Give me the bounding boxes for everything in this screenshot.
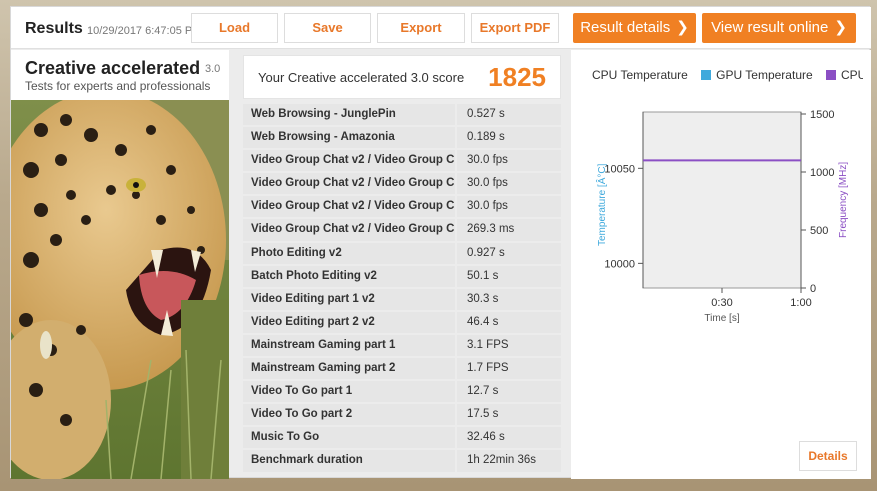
plot-area <box>642 111 802 289</box>
legend-label: GPU Temperature <box>716 68 813 82</box>
result-name: Web Browsing - Amazonia <box>243 127 457 151</box>
table-row: Video Group Chat v2 / Video Group Chat 30… <box>243 150 561 174</box>
result-name: Photo Editing v2 <box>243 242 457 266</box>
cpu-clock-swatch <box>826 70 837 80</box>
score-box: Your Creative accelerated 3.0 score 1825 <box>243 55 561 99</box>
table-row: Video Group Chat v2 / Video Group Chat 30… <box>243 173 561 197</box>
result-name: Video To Go part 1 <box>243 381 457 405</box>
monitoring-chart: Temperature [Â°C] Frequency [MHz] Time [… <box>595 109 849 324</box>
cpu-temp-swatch <box>577 70 587 80</box>
table-row: Mainstream Gaming part 1 3.1 FPS <box>243 334 561 359</box>
table-row: Video Group Chat v2 / Video Group Chat 30… <box>243 196 561 220</box>
legend-label: CPU Temperature <box>592 68 688 82</box>
chart-legend: CPU Temperature GPU Temperature CPU Cloc… <box>577 68 863 84</box>
result-name: Video Group Chat v2 / Video Group Chat <box>243 196 457 220</box>
chevron-right-icon: ❯ <box>834 19 847 36</box>
result-value: 0.527 s <box>457 104 561 128</box>
result-value: 17.5 s <box>457 404 561 428</box>
result-name: Music To Go <box>243 427 457 451</box>
y-right-tick-label: 0 <box>810 283 816 295</box>
gpu-temp-swatch <box>701 70 712 80</box>
result-value: 12.7 s <box>457 381 561 405</box>
legend-gpu-temperature[interactable]: GPU Temperature <box>701 68 813 82</box>
table-row: Benchmark duration 1h 22min 36s <box>243 450 561 474</box>
y-right-label: Frequency [MHz] <box>838 162 849 238</box>
table-row: Mainstream Gaming part 2 1.7 FPS <box>243 358 561 382</box>
result-value: 50.1 s <box>457 265 561 289</box>
test-subtitle: Tests for experts and professionals <box>25 79 211 93</box>
load-button[interactable]: Load <box>191 13 278 43</box>
result-value: 46.4 s <box>457 311 561 335</box>
result-timestamp: 10/29/2017 6:47:05 PM <box>87 25 191 37</box>
legend-cpu-clock[interactable]: CPU Clock Frequency <box>826 68 863 82</box>
y-left-tick-label: 10050 <box>604 163 635 175</box>
chevron-right-icon: ❯ <box>676 19 689 36</box>
result-name: Mainstream Gaming part 2 <box>243 358 457 382</box>
result-value: 30.0 fps <box>457 173 561 197</box>
result-value: 30.0 fps <box>457 150 561 174</box>
result-name: Video Group Chat v2 / Video Group Chat <box>243 173 457 197</box>
table-row: Video Editing part 1 v2 30.3 s <box>243 288 561 312</box>
table-row: Video Editing part 2 v2 46.4 s <box>243 311 561 335</box>
leopard-image <box>11 100 229 479</box>
table-row: Video To Go part 1 12.7 s <box>243 381 561 405</box>
result-details-label: Result details <box>580 19 671 36</box>
results-window: Results 10/29/2017 6:47:05 PM Load Save … <box>10 6 871 479</box>
view-online-label: View result online <box>711 19 829 36</box>
x-tick-label: 1:00 <box>790 297 811 309</box>
test-info-panel: Creative accelerated 3.0 Tests for exper… <box>11 50 229 479</box>
result-name: Video To Go part 2 <box>243 404 457 428</box>
result-name: Batch Photo Editing v2 <box>243 265 457 289</box>
table-row: Video Group Chat v2 / Video Group Chat 26… <box>243 219 561 243</box>
save-button[interactable]: Save <box>284 13 371 43</box>
result-value: 30.3 s <box>457 288 561 312</box>
result-value: 0.927 s <box>457 242 561 266</box>
y-left-tick-label: 10000 <box>604 258 635 270</box>
y-right-tick-label: 1000 <box>810 167 834 179</box>
test-version: 3.0 <box>205 63 221 75</box>
result-name: Video Editing part 1 v2 <box>243 288 457 312</box>
score-value: 1825 <box>488 62 546 92</box>
results-table: Web Browsing - JunglePin 0.527 s Web Brows… <box>243 104 561 474</box>
result-name: Mainstream Gaming part 1 <box>243 334 457 359</box>
table-row: Web Browsing - JunglePin 0.527 s <box>243 104 561 128</box>
top-bar: Results 10/29/2017 6:47:05 PM Load Save … <box>11 7 871 49</box>
result-value: 3.1 FPS <box>457 334 561 359</box>
results-panel: Your Creative accelerated 3.0 score 1825… <box>241 50 561 479</box>
export-pdf-button[interactable]: Export PDF <box>471 13 559 43</box>
result-value: 30.0 fps <box>457 196 561 220</box>
result-details-button[interactable]: Result details ❯ <box>573 13 696 43</box>
y-right-tick-label: 500 <box>810 225 828 237</box>
x-axis-label: Time [s] <box>704 313 739 324</box>
result-value: 1.7 FPS <box>457 358 561 382</box>
score-label: Your Creative accelerated 3.0 score <box>258 70 465 85</box>
export-button[interactable]: Export <box>377 13 465 43</box>
result-value: 1h 22min 36s <box>457 450 561 474</box>
result-name: Video Editing part 2 v2 <box>243 311 457 335</box>
page-title: Results <box>25 20 83 37</box>
view-result-online-button[interactable]: View result online ❯ <box>702 13 856 43</box>
x-tick-label: 0:30 <box>711 297 732 309</box>
table-row: Photo Editing v2 0.927 s <box>243 242 561 266</box>
table-row: Video To Go part 2 17.5 s <box>243 404 561 428</box>
table-row: Web Browsing - Amazonia 0.189 s <box>243 127 561 151</box>
monitoring-panel: CPU Temperature GPU Temperature CPU Cloc… <box>571 50 871 479</box>
result-name: Web Browsing - JunglePin <box>243 104 457 128</box>
y-left-label: Temperature [Â°C] <box>595 163 608 246</box>
result-name: Benchmark duration <box>243 450 457 474</box>
y-right-tick-label: 1500 <box>810 109 834 121</box>
legend-label: CPU Clock Frequency <box>841 68 863 82</box>
result-value: 269.3 ms <box>457 219 561 243</box>
details-button[interactable]: Details <box>799 441 857 471</box>
result-name: Video Group Chat v2 / Video Group Chat <box>243 219 457 243</box>
result-value: 32.46 s <box>457 427 561 451</box>
table-row: Music To Go 32.46 s <box>243 427 561 451</box>
result-name: Video Group Chat v2 / Video Group Chat <box>243 150 457 174</box>
result-value: 0.189 s <box>457 127 561 151</box>
legend-cpu-temperature[interactable]: CPU Temperature <box>577 68 688 82</box>
test-name: Creative accelerated <box>25 58 201 78</box>
table-row: Batch Photo Editing v2 50.1 s <box>243 265 561 289</box>
